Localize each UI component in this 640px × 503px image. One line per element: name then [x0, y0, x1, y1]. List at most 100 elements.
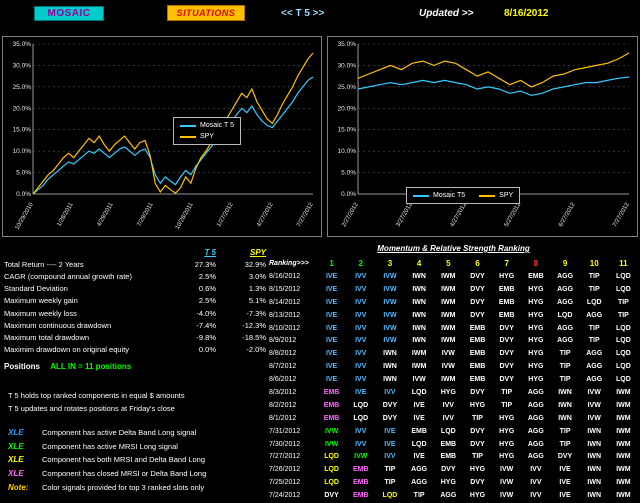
ranking-ticker-cell: IVV [355, 427, 367, 435]
ranking-ticker-cell: IVE [384, 440, 396, 448]
ranking-ticker-cell: HYG [499, 272, 515, 280]
ranking-row: 8/7/2012 IVE IVV IWN IWM IVW EMB DVY HYG TIP AGG LQ… [269, 360, 638, 373]
ranking-ticker-cell: IWN [412, 337, 426, 345]
ranking-ticker-cell: TIP [501, 401, 513, 409]
ranking-ticker-cell: LQD [411, 388, 427, 396]
legend-label-t5: Mosaic T5 [433, 192, 466, 199]
ranking-date: 7/26/2012 [269, 466, 301, 474]
ranking-ticker-cell: IVW [587, 414, 601, 422]
ranking-ticker-cell: EMB [528, 272, 544, 280]
ranking-ticker-cell: DVY [470, 285, 485, 293]
ranking-row: 7/26/2012 LQD EMB TIP AGG DVY HYG IVW IVV IVE IWN I… [269, 463, 638, 476]
ranking-ticker-cell: IVW [383, 311, 397, 319]
ranking-ticker-cell: TIP [617, 311, 629, 319]
ranking-ticker-cell: AGG [586, 376, 603, 384]
ranking-ticker-cell: AGG [557, 298, 574, 306]
ranking-ticker-cell: TIP [559, 363, 571, 371]
stats-rows: Total Return ---- 2 Years 27.3% 32.9% CAGR … [4, 258, 272, 356]
ranking-ticker-cell: IVW [441, 363, 455, 371]
legend-label-t5: Mosaic T 5 [200, 122, 234, 129]
ranking-ticker-cell: IWM [616, 401, 631, 409]
ranking-ticker-cell: HYG [528, 350, 544, 358]
ranking-header-label: Ranking>>> [269, 260, 309, 267]
ranking-ticker-cell: IVV [384, 388, 396, 396]
ranking-ticker-cell: LQD [324, 479, 339, 487]
ranking-ticker-cell: IVE [325, 350, 338, 358]
ranking-ticker-cell: HYG [528, 298, 544, 306]
rank-column-number: 9 [562, 259, 568, 268]
mosaic-button[interactable]: MOSAIC [34, 6, 104, 21]
ranking-date: 8/14/2012 [269, 298, 301, 306]
ranking-ticker-cell: IWN [383, 350, 397, 358]
ranking-ticker-cell: IVW [441, 350, 455, 358]
ranking-ticker-cell: AGG [586, 363, 603, 371]
ranking-ticker-cell: HYG [499, 440, 515, 448]
ranking-ticker-cell: AGG [527, 401, 544, 409]
ranking-row: 8/6/2012 IVE IVV IWN IVW IWM EMB DVY HYG TIP AGG LQ… [269, 373, 638, 386]
ranking-ticker-cell: AGG [557, 337, 574, 345]
ranking-ticker-cell: LQD [616, 272, 631, 280]
ranking-ticker-cell: TIP [588, 272, 600, 280]
ranking-ticker-cell: DVY [499, 337, 514, 345]
rank-column-number: 10 [589, 259, 599, 268]
stat-label: Total Return ---- 2 Years [4, 259, 84, 269]
ranking-ticker-cell: TIP [559, 440, 571, 448]
stat-value-spy: -12.3% [242, 320, 266, 330]
stat-value-t5: 2.5% [198, 271, 216, 281]
svg-text:15.0%: 15.0% [338, 127, 357, 134]
ranking-ticker-cell: TIP [588, 285, 600, 293]
ranking-ticker-cell: TIP [413, 492, 425, 500]
t5-line-sample [180, 124, 196, 127]
svg-text:35.0%: 35.0% [338, 41, 357, 48]
ranking-ticker-cell: DVY [499, 376, 514, 384]
stat-value-t5: -4.0% [196, 308, 216, 318]
signal-description: Component has active Delta Band Long sig… [42, 428, 197, 438]
ranking-row: 8/16/2012 IVE IVV IVW IWN IWM DVY HYG EMB AGG TIP L… [269, 270, 638, 283]
ranking-ticker-cell: DVY [324, 492, 339, 500]
ranking-ticker-cell: AGG [411, 479, 428, 487]
ranking-ticker-cell: HYG [469, 401, 486, 409]
ranking-ticker-cell: LQD [616, 376, 631, 384]
situations-button[interactable]: SITUATIONS [167, 5, 245, 21]
ranking-ticker-cell: AGG [586, 311, 603, 319]
ranking-row: 8/14/2012 IVE IVV IVW IWN IWM DVY EMB HYG AGG LQD T… [269, 296, 638, 309]
ranking-ticker-cell: AGG [557, 285, 574, 293]
ranking-ticker-cell: AGG [440, 492, 457, 500]
t5-line-sample [413, 194, 429, 197]
ranking-ticker-cell: DVY [470, 311, 485, 319]
ranking-ticker-cell: EMB [323, 388, 340, 396]
ranking-ticker-cell: AGG [527, 414, 544, 422]
svg-text:25.0%: 25.0% [338, 84, 357, 91]
stat-value-t5: 27.3% [194, 259, 216, 269]
ranking-ticker-cell: IWN [412, 311, 426, 319]
chart-legend-2yr: Mosaic T 5 SPY [173, 117, 241, 145]
ranking-ticker-cell: EMB [469, 350, 486, 358]
ranking-ticker-cell: IVV [355, 285, 367, 293]
t5-nav-label[interactable]: << T 5 >> [281, 8, 324, 19]
spy-line-sample [180, 135, 196, 138]
header-date: 8/16/2012 [504, 8, 549, 19]
ranking-ticker-cell: IVE [325, 285, 338, 293]
ranking-date: 8/15/2012 [269, 285, 301, 293]
ranking-ticker-cell: IVV [355, 272, 367, 280]
svg-text:30.0%: 30.0% [13, 62, 32, 69]
stat-label: Maximum continuous drawdown [4, 320, 112, 330]
signal-tag: Note: [8, 482, 29, 492]
ranking-ticker-cell: IWM [441, 376, 456, 384]
ranking-ticker-cell: IWM [616, 414, 631, 422]
svg-text:35.0%: 35.0% [13, 41, 32, 48]
ranking-ticker-cell: AGG [527, 427, 544, 435]
ranking-ticker-cell: AGG [527, 440, 544, 448]
ranking-row: 8/1/2012 EMB LQD DVY IVE IVV TIP HYG AGG IWN IVW IW… [269, 412, 638, 425]
stat-value-spy: -7.3% [246, 308, 266, 318]
stat-value-spy: 32.9% [244, 259, 266, 269]
rank-column-number: 8 [533, 259, 539, 268]
ranking-ticker-cell: TIP [559, 427, 571, 435]
ranking-ticker-cell: IWN [383, 363, 397, 371]
ranking-ticker-cell: IVE [325, 311, 338, 319]
ranking-ticker-cell: IVV [530, 479, 542, 487]
svg-text:20.0%: 20.0% [13, 105, 32, 112]
strategy-note-1: T 5 holds top ranked components in equal… [8, 391, 185, 400]
ranking-ticker-cell: IWM [616, 466, 631, 474]
ranking-rows: 8/16/2012 IVE IVV IVW IWN IWM DVY HYG EMB AGG TIP L… [269, 270, 638, 502]
